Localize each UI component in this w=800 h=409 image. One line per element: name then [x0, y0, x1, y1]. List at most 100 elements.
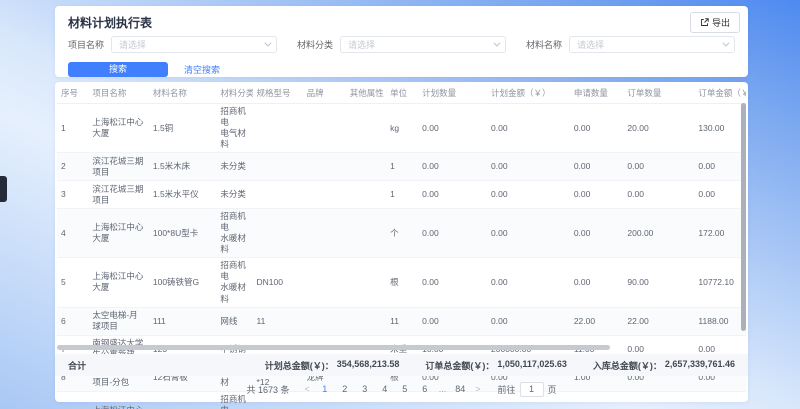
table-cell: 1188.00 [694, 307, 746, 335]
table-row[interactable]: 1上海松江中心大厦1.5铜招商机电 电气材料kg0.000.000.0020.0… [57, 104, 746, 153]
pagination-page-2[interactable]: 2 [339, 384, 351, 394]
column-header: 订单数量 [623, 83, 694, 104]
summary-total-label: 合计 [68, 359, 86, 372]
table-cell: 1.5米水平仪 [149, 181, 217, 209]
table-row[interactable]: 2滨江花城三期项目1.5米木床未分类10.000.000.000.000.00 [57, 153, 746, 181]
table-cell: 0.00 [418, 258, 487, 307]
pagination-page-6[interactable]: 6 [419, 384, 431, 394]
filter-select-2[interactable]: 请选择 [569, 36, 735, 53]
column-header: 其他属性 [346, 83, 386, 104]
table-cell: 2 [57, 153, 88, 181]
table-cell: 130.00 [694, 104, 746, 153]
filter-select-0[interactable]: 请选择 [111, 36, 277, 53]
table-row[interactable]: 4上海松江中心大厦100*8U型卡招商机电 水暖材料个0.000.000.002… [57, 209, 746, 258]
goto-page-input[interactable] [520, 382, 544, 397]
table-cell: 20.00 [623, 104, 694, 153]
column-header: 申请数量 [570, 83, 624, 104]
table-cell [346, 209, 386, 258]
table-cell: 0.00 [487, 153, 570, 181]
table-cell: 172.00 [694, 209, 746, 258]
title-row: 材料计划执行表 导出 [55, 6, 748, 32]
table-cell [303, 104, 346, 153]
side-widget-handle[interactable] [0, 176, 7, 202]
chevron-down-icon [264, 40, 271, 47]
table-row[interactable]: 5上海松江中心大厦100铸铁管G招商机电 水暖材料DN100根0.000.000… [57, 258, 746, 307]
table-cell [346, 104, 386, 153]
horizontal-scrollbar[interactable] [57, 345, 610, 350]
table-cell: 0.00 [570, 104, 624, 153]
column-header: 单位 [386, 83, 418, 104]
summary-items: 计划总金额(￥)：354,568,213.58订单总金额(￥)：1,050,11… [265, 359, 735, 372]
summary-item-value: 354,568,213.58 [337, 359, 400, 372]
pagination-page-3[interactable]: 3 [359, 384, 371, 394]
clear-search-link[interactable]: 清空搜索 [184, 63, 220, 76]
pagination-page-4[interactable]: 4 [379, 384, 391, 394]
summary-item: 入库总金额(￥)：2,657,339,761.46 [593, 359, 735, 372]
table-cell: 22.00 [623, 307, 694, 335]
table-row[interactable]: 6太空电梯-月球项目111网线11110.000.0022.0022.00118… [57, 307, 746, 335]
table-cell: 0.00 [418, 104, 487, 153]
table-cell [253, 181, 303, 209]
table-cell: DN100 [253, 258, 303, 307]
table-cell: 0.00 [487, 181, 570, 209]
table-cell: 根 [386, 258, 418, 307]
filter-select-1[interactable]: 请选择 [340, 36, 506, 53]
table-cell [303, 258, 346, 307]
pagination-page-84[interactable]: 84 [454, 384, 466, 394]
table-cell: 0.00 [570, 181, 624, 209]
table-cell: 0.00 [623, 153, 694, 181]
export-icon [700, 18, 709, 27]
table-cell: 网线 [216, 307, 252, 335]
select-placeholder: 请选择 [119, 38, 146, 51]
filter-group-0: 项目名称 请选择 [68, 36, 277, 53]
pagination-page-1[interactable]: 1 [319, 384, 331, 394]
filter-label: 项目名称 [68, 38, 104, 51]
column-header: 序号 [57, 83, 88, 104]
pagination-goto: 前往 页 [498, 382, 557, 397]
pagination-ellipsis: ... [439, 384, 447, 394]
table-cell: 11 [253, 307, 303, 335]
table-card: 序号项目名称材料名称材料分类规格型号品牌其他属性单位计划数量计划金额（￥）申请数… [55, 82, 748, 402]
table-cell: 0.00 [623, 181, 694, 209]
table-cell: 4 [57, 209, 88, 258]
table-cell: 1 [386, 153, 418, 181]
table-cell [346, 258, 386, 307]
pagination-next-icon[interactable]: > [473, 384, 482, 394]
table-cell: 1 [57, 104, 88, 153]
table-cell [303, 181, 346, 209]
summary-item: 计划总金额(￥)：354,568,213.58 [265, 359, 400, 372]
filter-row: 项目名称请选择材料分类请选择材料名称请选择 [55, 32, 748, 53]
pagination-prev-icon[interactable]: < [302, 384, 311, 394]
chevron-down-icon [493, 40, 500, 47]
goto-label: 前往 [498, 383, 516, 396]
table-cell: kg [386, 104, 418, 153]
goto-page-suffix: 页 [548, 383, 557, 396]
table-cell [346, 181, 386, 209]
pagination-pages: 123456... 84 [319, 384, 467, 394]
table-row[interactable]: 3滨江花城三期项目1.5米水平仪未分类10.000.000.000.000.00 [57, 181, 746, 209]
table-cell: 个 [386, 209, 418, 258]
table-cell: 0.00 [570, 258, 624, 307]
table-cell: 未分类 [216, 181, 252, 209]
select-placeholder: 请选择 [577, 38, 604, 51]
export-button[interactable]: 导出 [690, 12, 740, 33]
table-cell: 10772.10 [694, 258, 746, 307]
search-button[interactable]: 搜索 [68, 62, 168, 77]
table-cell: 1.5铜 [149, 104, 217, 153]
table-cell: 3 [57, 181, 88, 209]
table-cell: 上海松江中心大厦 [88, 258, 149, 307]
table-cell: 0.00 [487, 104, 570, 153]
table-cell: 招商机电 电气材料 [216, 104, 252, 153]
pagination: 共 1673 条 < 123456... 84 > 前往 页 [55, 378, 748, 400]
action-row: 搜索 清空搜索 [55, 53, 748, 77]
table-cell: 未分类 [216, 153, 252, 181]
pagination-total: 共 1673 条 [246, 383, 289, 396]
vertical-scrollbar[interactable] [741, 103, 746, 331]
table-cell: 0.00 [694, 153, 746, 181]
pagination-page-5[interactable]: 5 [399, 384, 411, 394]
table-cell [346, 307, 386, 335]
table-cell [253, 209, 303, 258]
table-cell [253, 104, 303, 153]
summary-item-value: 1,050,117,025.63 [497, 359, 567, 372]
summary-item-value: 2,657,339,761.46 [665, 359, 735, 372]
